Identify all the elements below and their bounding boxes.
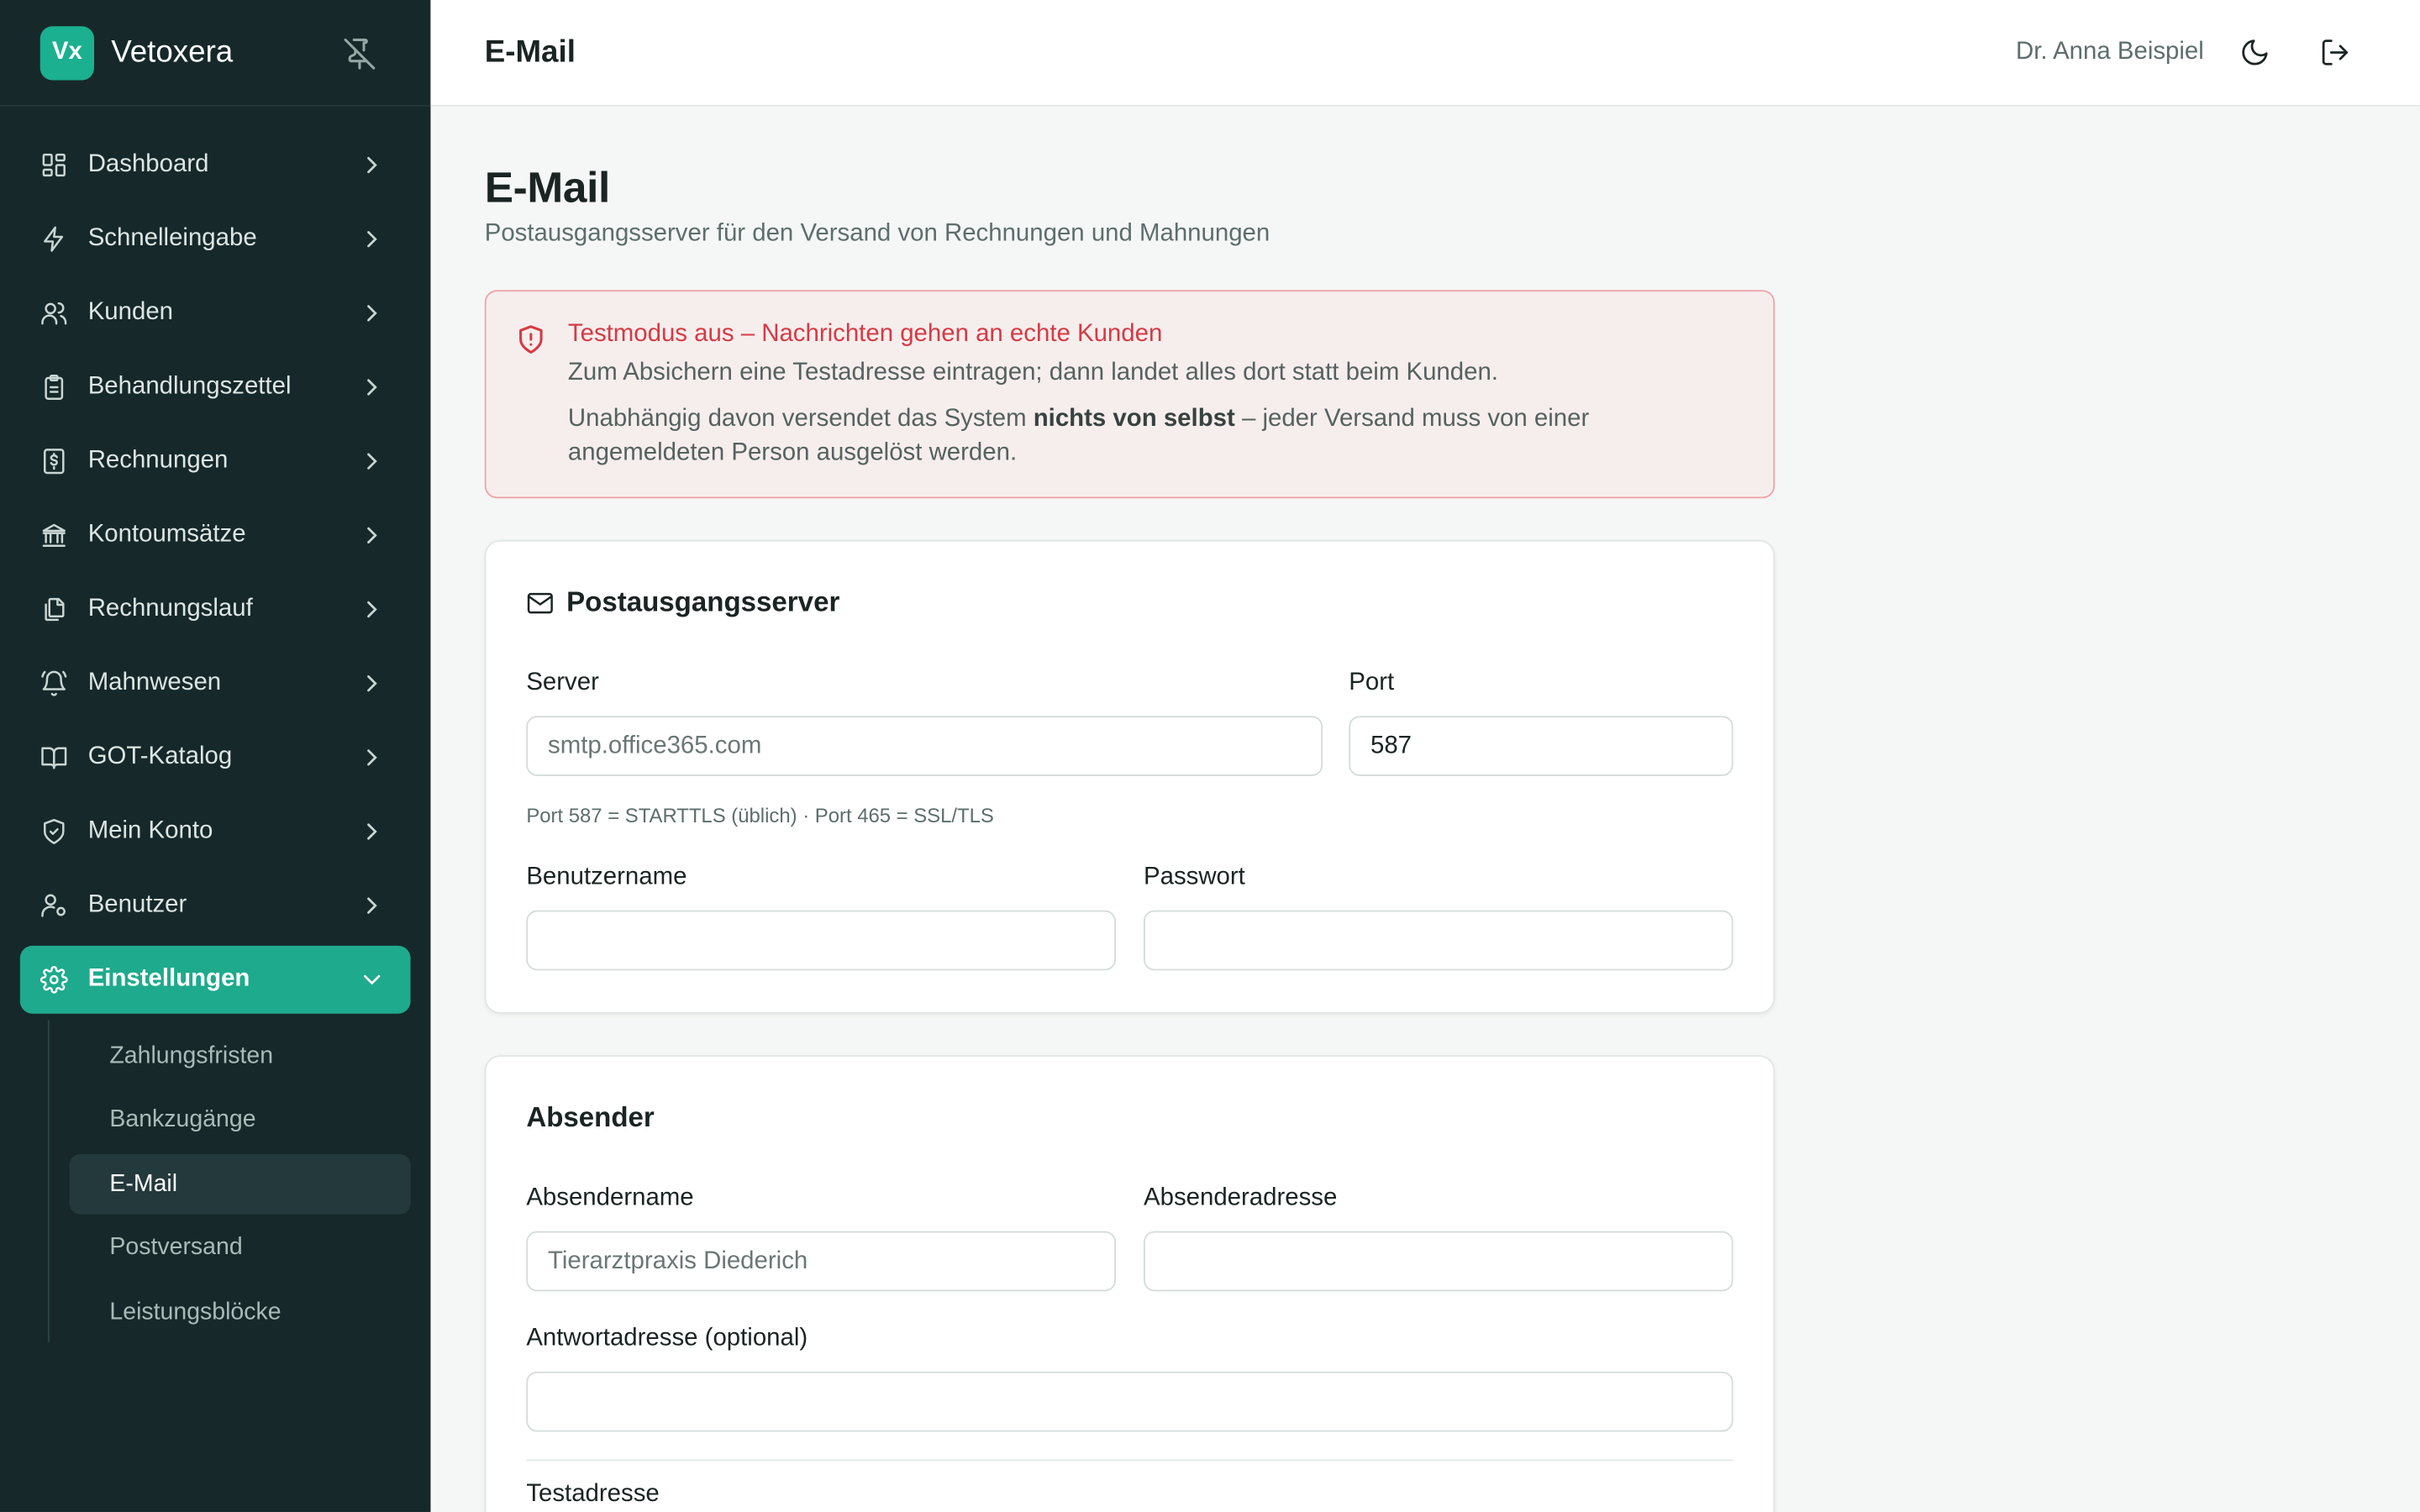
- chevron-right-icon: [367, 823, 377, 840]
- sidebar-item-mahnwesen[interactable]: Mahnwesen: [20, 649, 411, 717]
- brand: Vx Vetoxera: [0, 0, 431, 107]
- main-content: E-Mail Postausgangsserver für den Versan…: [484, 107, 1776, 1512]
- submenu-item-bankzugaenge[interactable]: Bankzugänge: [70, 1090, 411, 1151]
- sidebar-item-label: GOT-Katalog: [87, 743, 233, 770]
- lightning-icon: [44, 226, 64, 252]
- sidebar-nav: Dashboard Schnelleingabe Kunden Behandlu…: [0, 107, 430, 1342]
- settings-submenu: Zahlungsfristen Bankzugänge E-Mail Postv…: [47, 1020, 411, 1342]
- user-name[interactable]: Dr. Anna Beispiel: [2016, 39, 2204, 66]
- sidebar-item-label: Kontoumsätze: [87, 521, 246, 549]
- top-bar: E-Mail Dr. Anna Beispiel: [430, 0, 2420, 107]
- smtp-server-card: Postausgangsserver Server Port Port 587 …: [484, 539, 1776, 1014]
- sidebar-item-label: Schnelleingabe: [87, 225, 257, 252]
- alert-note-start: Unabhängig davon versendet das System: [567, 406, 1034, 433]
- app-logo: Vx: [39, 25, 95, 80]
- sidebar-item-got-katalog[interactable]: GOT-Katalog: [20, 723, 411, 791]
- chevron-right-icon: [367, 527, 377, 543]
- sidebar: Vx Vetoxera Dashboard Schnelleingabe Kun…: [0, 0, 431, 1512]
- sidebar-item-label: Rechnungen: [87, 447, 229, 474]
- username-input[interactable]: [526, 910, 1116, 971]
- submenu-item-email[interactable]: E-Mail: [69, 1153, 411, 1215]
- sidebar-item-label: Einstellungen: [87, 965, 250, 992]
- header-title: E-Mail: [484, 34, 576, 69]
- alert-note: Unabhängig davon versendet das System ni…: [568, 402, 1649, 470]
- sidebar-item-label: Mahnwesen: [87, 669, 222, 696]
- chevron-right-icon: [367, 749, 377, 766]
- password-input[interactable]: [1143, 910, 1733, 971]
- chevron-right-icon: [367, 305, 377, 322]
- submenu-item-leistungsbloecke[interactable]: Leistungsblöcke: [70, 1282, 411, 1342]
- bank-icon: [42, 523, 66, 547]
- chevron-right-icon: [367, 379, 377, 396]
- sidebar-item-label: Benutzer: [87, 891, 187, 918]
- sidebar-item-label: Behandlungszettel: [87, 373, 292, 400]
- reply-address-input[interactable]: [526, 1371, 1733, 1432]
- sidebar-item-behandlungszettel[interactable]: Behandlungszettel: [20, 354, 411, 422]
- sidebar-item-kontoumsaetze[interactable]: Kontoumsätze: [20, 501, 411, 570]
- alert-note-emphasis: nichts von selbst: [1033, 406, 1235, 433]
- mail-icon: [527, 591, 553, 613]
- sidebar-item-label: Rechnungslauf: [87, 595, 253, 622]
- sidebar-item-mein-konto[interactable]: Mein Konto: [20, 798, 411, 866]
- gear-icon: [39, 965, 68, 994]
- testmode-alert: Testmodus aus – Nachrichten gehen an ech…: [484, 290, 1776, 499]
- sender-address-label: Absenderadresse: [1143, 1184, 1338, 1211]
- user-settings-icon: [41, 894, 66, 917]
- dashboard-icon: [42, 153, 66, 177]
- username-label: Benutzername: [526, 864, 687, 890]
- sidebar-item-dashboard[interactable]: Dashboard: [20, 131, 411, 199]
- divider: [526, 1459, 1733, 1462]
- sidebar-item-rechnungslauf[interactable]: Rechnungslauf: [20, 575, 411, 643]
- chevron-right-icon: [367, 675, 377, 692]
- book-icon: [41, 747, 67, 769]
- server-input[interactable]: [526, 716, 1323, 776]
- sidebar-item-label: Kunden: [87, 299, 174, 326]
- unpin-icon[interactable]: [343, 37, 376, 71]
- chevron-right-icon: [367, 453, 377, 470]
- app-name: Vetoxera: [111, 34, 234, 69]
- sidebar-item-benutzer[interactable]: Benutzer: [20, 872, 411, 940]
- sender-card: Absender Absendername Absenderadresse An…: [484, 1055, 1776, 1512]
- sidebar-item-einstellungen[interactable]: Einstellungen: [19, 945, 411, 1014]
- chevron-down-icon: [364, 974, 381, 985]
- sidebar-item-label: Dashboard: [87, 150, 209, 178]
- password-label: Passwort: [1143, 864, 1245, 890]
- alert-text: Zum Absichern eine Testadresse eintragen…: [567, 359, 1498, 386]
- clipboard-icon: [45, 374, 64, 401]
- page-title: E-Mail: [484, 163, 611, 212]
- receipt-icon: [44, 449, 65, 475]
- sidebar-item-kunden[interactable]: Kunden: [20, 279, 411, 347]
- chevron-right-icon: [367, 156, 377, 174]
- alert-title: Testmodus aus – Nachrichten gehen an ech…: [567, 321, 1163, 348]
- submenu-item-postversand[interactable]: Postversand: [70, 1218, 411, 1278]
- documents-icon: [45, 597, 65, 622]
- shield-alert-icon: [519, 325, 543, 354]
- logout-icon[interactable]: [2320, 37, 2351, 68]
- card-title-text: Postausgangsserver: [566, 585, 840, 617]
- chevron-right-icon: [367, 231, 377, 248]
- users-icon: [41, 302, 67, 325]
- sender-name-label: Absendername: [526, 1184, 694, 1211]
- chevron-right-icon: [367, 601, 377, 618]
- port-input[interactable]: [1349, 716, 1733, 776]
- card-title: Absender: [526, 1101, 655, 1133]
- moon-icon[interactable]: [2239, 37, 2270, 68]
- server-label: Server: [526, 669, 599, 696]
- reply-address-label: Antwortadresse (optional): [526, 1325, 808, 1352]
- submenu-item-zahlungsfristen[interactable]: Zahlungsfristen: [70, 1026, 411, 1086]
- shield-icon: [44, 818, 65, 844]
- page-subtitle: Postausgangsserver für den Versand von R…: [484, 220, 1270, 247]
- chevron-right-icon: [367, 897, 377, 914]
- sender-name-input[interactable]: [526, 1231, 1116, 1292]
- bell-icon: [41, 670, 67, 696]
- port-hint: Port 587 = STARTTLS (üblich) · Port 465 …: [526, 803, 994, 827]
- sidebar-item-label: Mein Konto: [87, 817, 213, 844]
- sidebar-item-schnelleingabe[interactable]: Schnelleingabe: [20, 205, 411, 273]
- sender-address-input[interactable]: [1143, 1231, 1733, 1292]
- card-title: Postausgangsserver: [526, 586, 839, 619]
- port-label: Port: [1349, 669, 1395, 696]
- test-address-label: Testadresse: [526, 1481, 660, 1508]
- sidebar-item-rechnungen[interactable]: Rechnungen: [20, 428, 411, 496]
